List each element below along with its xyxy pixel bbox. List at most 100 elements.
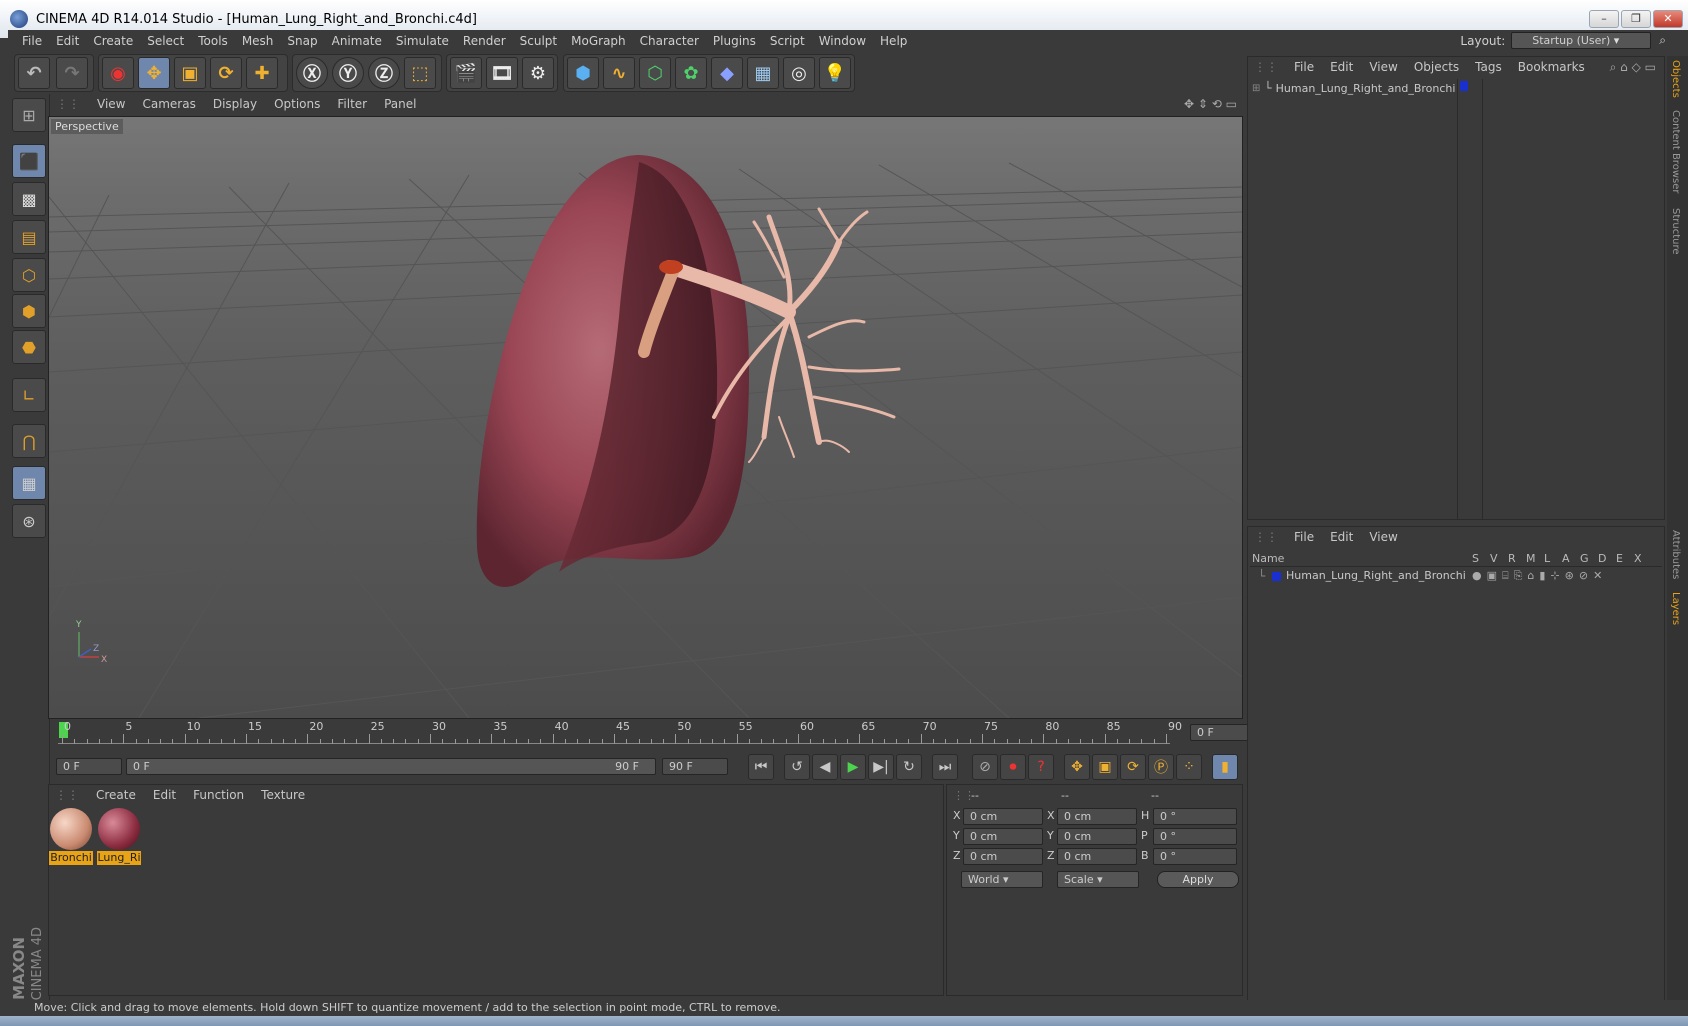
rot-b-field[interactable]: 0 ° [1153, 848, 1237, 865]
layout-select[interactable]: Startup (User) ▾ [1511, 32, 1652, 49]
viewport-menu-options[interactable]: Options [274, 97, 320, 111]
scale-icon[interactable]: ▣ [174, 57, 206, 89]
menu-create[interactable]: Create [93, 34, 133, 48]
obj-menu-edit[interactable]: Edit [1330, 60, 1353, 74]
light-icon[interactable]: 💡 [819, 57, 851, 89]
keyframe-selection-icon[interactable]: ? [1028, 754, 1054, 780]
viewport-nav-icons[interactable]: ✥ ⇕ ⟲ ▭ [1184, 97, 1237, 111]
render-settings-icon[interactable]: ⚙ [522, 57, 554, 89]
render-picture-viewer-icon[interactable]: 🎞 [486, 57, 518, 89]
obj-menu-tags[interactable]: Tags [1475, 60, 1502, 74]
menu-script[interactable]: Script [770, 34, 805, 48]
layer-menu-file[interactable]: File [1294, 530, 1314, 544]
frame-range-slider[interactable]: 0 F 90 F [126, 758, 656, 775]
col-x[interactable]: X [1634, 552, 1642, 565]
quantize-icon[interactable]: ⊛ [12, 504, 46, 538]
object-name[interactable]: Human_Lung_Right_and_Bronchi [1276, 82, 1456, 95]
pos-x-field[interactable]: 0 cm [963, 808, 1043, 825]
menu-mograph[interactable]: MoGraph [571, 34, 626, 48]
tab-attributes[interactable]: Attributes [1670, 530, 1681, 579]
next-frame-icon[interactable]: ▶| [868, 754, 894, 780]
menu-file[interactable]: File [22, 34, 42, 48]
menu-select[interactable]: Select [147, 34, 184, 48]
axis-mode-icon[interactable]: ∟ [12, 378, 46, 412]
subdivision-icon[interactable]: ⬡ [639, 57, 671, 89]
layer-toggle-icons[interactable]: ●▣⌸⎘⌂▮⊹⊛⊘✕ [1472, 569, 1607, 583]
deformer-icon[interactable]: ◆ [711, 57, 743, 89]
col-s[interactable]: S [1472, 552, 1479, 565]
viewport-menu-cameras[interactable]: Cameras [142, 97, 195, 111]
coordinate-system-dropdown[interactable]: World ▾ [961, 871, 1043, 888]
current-frame-field[interactable]: 0 F [1190, 724, 1254, 741]
make-editable-icon[interactable]: ⊞ [12, 98, 46, 132]
edges-mode-icon[interactable]: ⬢ [12, 294, 46, 328]
col-d[interactable]: D [1598, 552, 1606, 565]
viewport-menu-panel[interactable]: Panel [384, 97, 416, 111]
prev-frame-icon[interactable]: ◀ [812, 754, 838, 780]
pos-y-field[interactable]: 0 cm [963, 828, 1043, 845]
snap-icon[interactable]: ⋂ [12, 424, 46, 458]
record-keys-icon[interactable]: ⊘ [972, 754, 998, 780]
autokey-icon[interactable]: ⏺ [1000, 754, 1026, 780]
menu-plugins[interactable]: Plugins [713, 34, 756, 48]
y-axis-icon[interactable]: Ⓨ [332, 57, 364, 89]
viewport-menu-filter[interactable]: Filter [337, 97, 367, 111]
polygons-mode-icon[interactable]: ⬣ [12, 330, 46, 364]
obj-menu-bookmarks[interactable]: Bookmarks [1518, 60, 1585, 74]
material-menu-edit[interactable]: Edit [153, 788, 176, 802]
render-view-icon[interactable]: 🎬 [450, 57, 482, 89]
col-m[interactable]: M [1526, 552, 1536, 565]
col-e[interactable]: E [1616, 552, 1623, 565]
material-menu-function[interactable]: Function [193, 788, 244, 802]
live-selection-icon[interactable]: ◉ [102, 57, 134, 89]
menu-animate[interactable]: Animate [332, 34, 382, 48]
menu-edit[interactable]: Edit [56, 34, 79, 48]
rot-h-field[interactable]: 0 ° [1153, 808, 1237, 825]
viewport-menu-view[interactable]: View [97, 97, 125, 111]
rot-p-field[interactable]: 0 ° [1153, 828, 1237, 845]
menu-snap[interactable]: Snap [287, 34, 317, 48]
workplane-lock-icon[interactable]: ▦ [12, 466, 46, 500]
material-menu-create[interactable]: Create [96, 788, 136, 802]
end-frame-field[interactable]: 90 F [662, 758, 728, 775]
layer-name[interactable]: Human_Lung_Right_and_Bronchi [1286, 569, 1466, 582]
material-swatch-bronchi[interactable]: Bronchi [49, 807, 93, 865]
apply-button[interactable]: Apply [1157, 871, 1239, 888]
search-icon[interactable]: ⌕ [1659, 33, 1666, 48]
col-name[interactable]: Name [1252, 552, 1284, 565]
rotate-icon[interactable]: ⟳ [210, 57, 242, 89]
menu-render[interactable]: Render [463, 34, 506, 48]
minimize-button[interactable]: – [1589, 10, 1619, 28]
layer-menu-edit[interactable]: Edit [1330, 530, 1353, 544]
col-g[interactable]: G [1580, 552, 1589, 565]
col-r[interactable]: R [1508, 552, 1516, 565]
tab-content-browser[interactable]: Content Browser [1670, 110, 1681, 193]
size-x-field[interactable]: 0 cm [1057, 808, 1137, 825]
prev-key-icon[interactable]: ↺ [784, 754, 810, 780]
key-position-icon[interactable]: ✥ [1064, 754, 1090, 780]
size-y-field[interactable]: 0 cm [1057, 828, 1137, 845]
obj-menu-file[interactable]: File [1294, 60, 1314, 74]
expand-icon[interactable]: ⊞ [1252, 83, 1260, 94]
menu-tools[interactable]: Tools [198, 34, 228, 48]
tab-structure[interactable]: Structure [1670, 208, 1681, 255]
tab-objects[interactable]: Objects [1670, 60, 1681, 98]
timeline-ruler[interactable]: 0 5 10 15 20 25 30 35 40 45 50 55 60 65 70 75 80 85 90 0 F [50, 720, 1254, 748]
viewport-menu-display[interactable]: Display [213, 97, 257, 111]
undo-icon[interactable]: ↶ [18, 57, 50, 89]
model-mode-icon[interactable]: ⬛ [12, 144, 46, 178]
material-swatch-lung[interactable]: Lung_Ri [97, 807, 141, 865]
menu-simulate[interactable]: Simulate [396, 34, 449, 48]
perspective-viewport[interactable]: Perspective Y Z X [48, 116, 1243, 719]
object-row[interactable]: ⊞ └ Human_Lung_Right_and_Bronchi [1252, 81, 1455, 95]
camera-icon[interactable]: ◎ [783, 57, 815, 89]
key-pla-icon[interactable]: ⁘ [1176, 754, 1202, 780]
close-button[interactable]: ✕ [1653, 10, 1683, 28]
menu-mesh[interactable]: Mesh [242, 34, 274, 48]
restore-button[interactable]: ❐ [1621, 10, 1651, 28]
col-v[interactable]: V [1490, 552, 1498, 565]
next-key-icon[interactable]: ↻ [896, 754, 922, 780]
menu-help[interactable]: Help [880, 34, 907, 48]
texture-mode-icon[interactable]: ▩ [12, 182, 46, 216]
floor-icon[interactable]: ▦ [747, 57, 779, 89]
